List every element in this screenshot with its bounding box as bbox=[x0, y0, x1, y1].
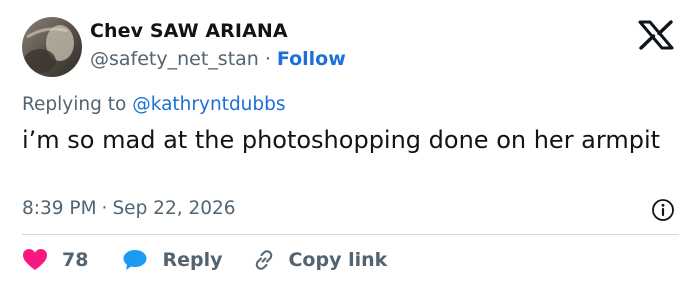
separator-dot: · bbox=[264, 48, 271, 70]
replying-to: Replying to @kathryntdubbs bbox=[22, 94, 286, 115]
link-icon bbox=[256, 250, 273, 270]
replying-to-link[interactable]: @kathryntdubbs bbox=[132, 94, 285, 115]
avatar[interactable] bbox=[22, 17, 82, 77]
follow-button[interactable]: Follow bbox=[277, 48, 346, 70]
replying-prefix: Replying to bbox=[22, 94, 127, 115]
reply-label: Reply bbox=[162, 249, 223, 271]
info-icon[interactable] bbox=[651, 198, 675, 222]
author-handle[interactable]: @safety_net_stan bbox=[90, 48, 259, 70]
x-logo-icon[interactable] bbox=[636, 20, 676, 50]
author-name[interactable]: Chev SAW ARIANA bbox=[90, 20, 288, 42]
tweet-date: Sep 22, 2026 bbox=[112, 198, 236, 219]
tweet-text: i’m so mad at the photoshopping done on … bbox=[22, 126, 661, 154]
reply-bubble-icon bbox=[123, 250, 147, 270]
heart-icon bbox=[23, 249, 47, 270]
divider bbox=[22, 234, 679, 235]
like-count: 78 bbox=[62, 249, 89, 271]
copy-link-label: Copy link bbox=[288, 249, 388, 271]
action-bar: 78 Reply Copy link bbox=[22, 245, 387, 275]
like-button[interactable]: 78 bbox=[22, 248, 88, 272]
copy-link-button[interactable]: Copy link bbox=[252, 248, 387, 272]
timestamp[interactable]: 8:39 PM · Sep 22, 2026 bbox=[22, 198, 236, 219]
tweet-time: 8:39 PM bbox=[22, 198, 97, 219]
handle-line: @safety_net_stan · Follow bbox=[90, 48, 346, 70]
reply-button[interactable]: Reply bbox=[122, 248, 222, 272]
timestamp-separator: · bbox=[101, 198, 108, 219]
avatar-image bbox=[22, 17, 82, 77]
